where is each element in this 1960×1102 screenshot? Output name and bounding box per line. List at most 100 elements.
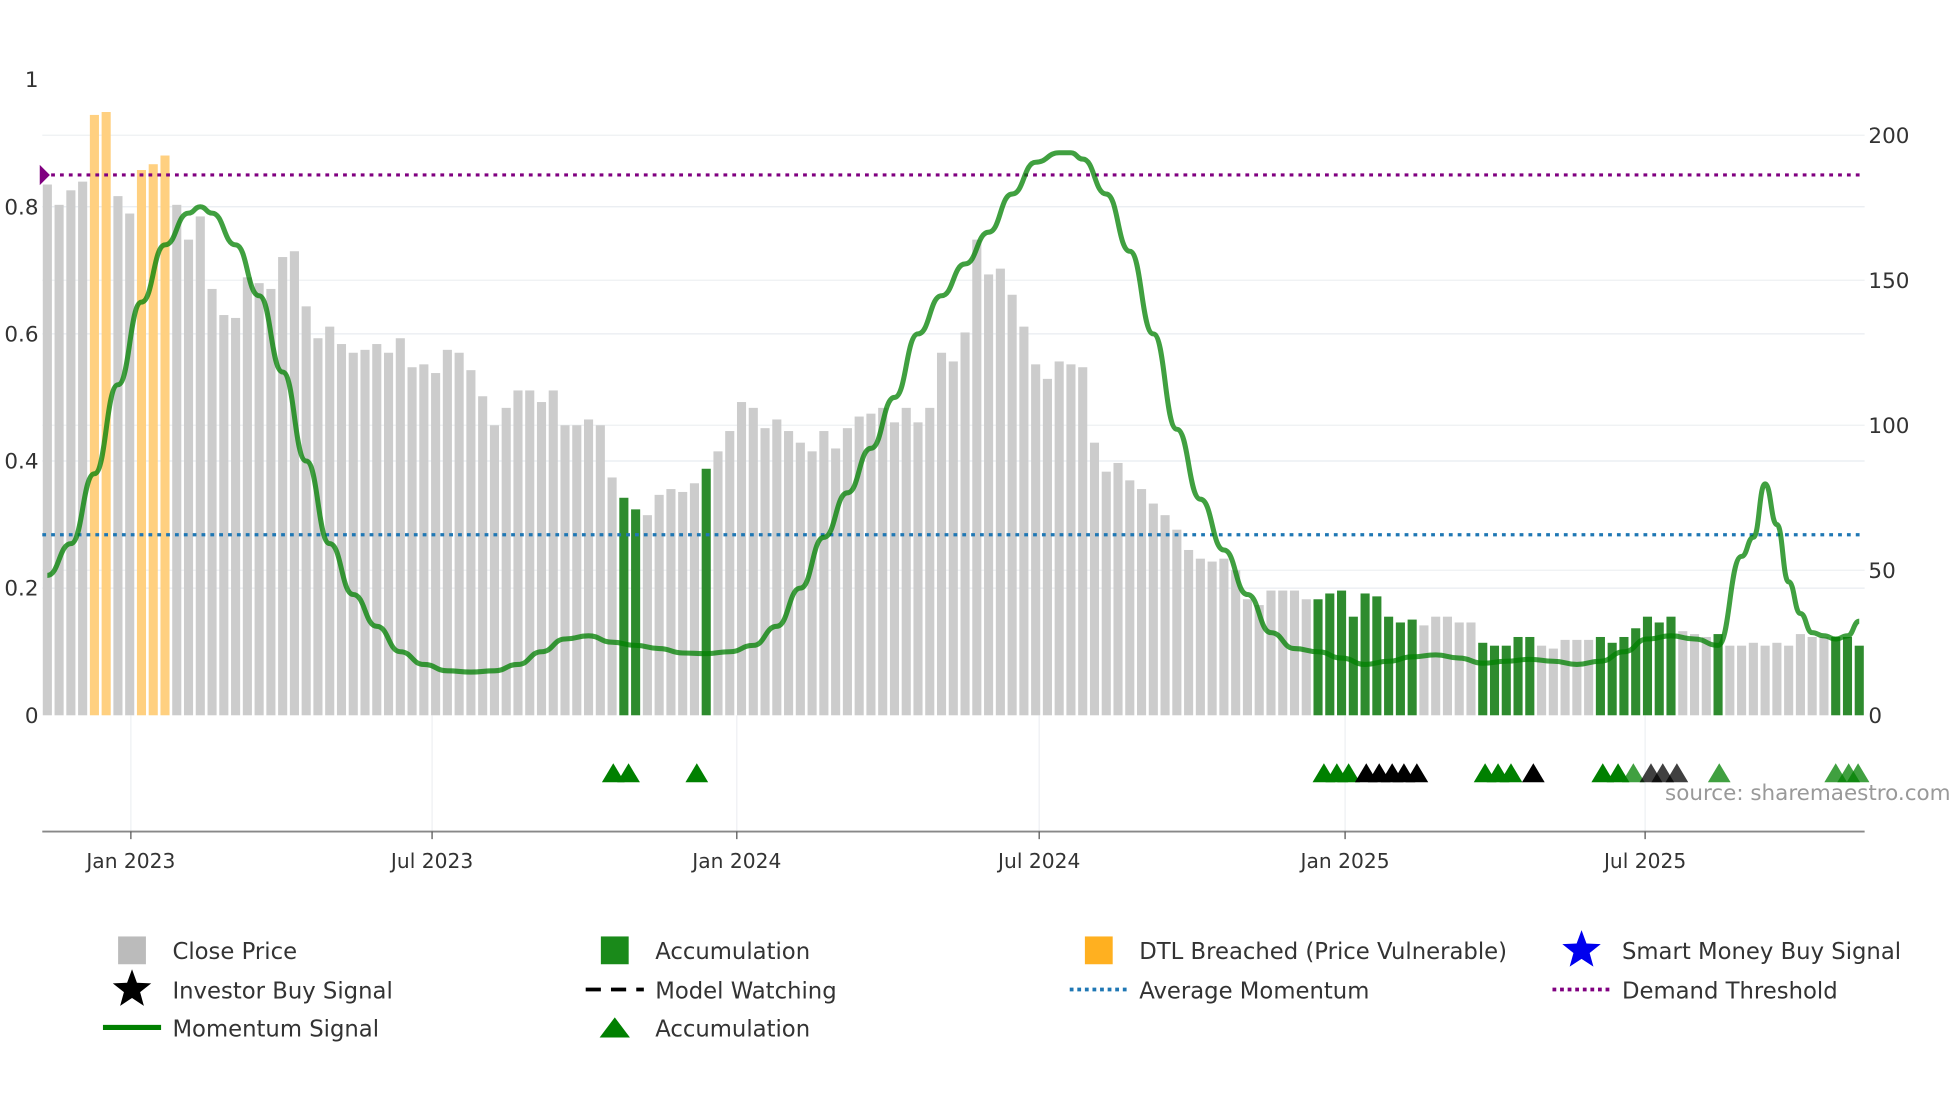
legend-item: Investor Buy Signal: [112, 969, 393, 1006]
legend-label: Average Momentum: [1139, 978, 1369, 1004]
close-price-bar: [536, 402, 547, 716]
accumulation-bar: [1501, 645, 1511, 716]
close-price-bar: [1419, 625, 1429, 716]
close-price-bar: [831, 448, 841, 716]
legend-label: Model Watching: [655, 978, 836, 1004]
right-axis-tick-label: 200: [1868, 124, 1909, 149]
close-price-bar: [1289, 590, 1300, 716]
accumulation-bar: [1384, 616, 1394, 716]
close-price-bar: [42, 184, 52, 716]
right-axis-tick-label: 150: [1868, 269, 1909, 294]
close-price-bar: [1054, 361, 1064, 716]
accumulation-bar: [701, 468, 711, 716]
close-price-bar: [725, 431, 735, 716]
left-axis-tick-label: 1: [25, 68, 39, 93]
close-price-bar: [654, 494, 664, 716]
close-price-bar: [1431, 616, 1441, 716]
close-price-bar: [1266, 590, 1276, 716]
x-tick-label: Jul 2024: [996, 849, 1080, 873]
legend-item: Model Watching: [585, 978, 837, 1004]
accumulation-bar: [1337, 590, 1347, 716]
close-price-bar: [995, 268, 1005, 716]
close-price-bar: [748, 407, 758, 716]
close-price-bar: [1078, 367, 1088, 716]
accumulation-bar: [1348, 616, 1358, 716]
close-price-bar: [1113, 462, 1123, 716]
close-price-bar: [278, 257, 288, 716]
close-price-bar: [183, 239, 194, 716]
close-price-bar: [219, 315, 229, 716]
close-price-bar: [913, 422, 923, 716]
close-price-bar: [1819, 636, 1829, 716]
source-text: source: sharemaestro.com: [1665, 781, 1951, 806]
close-price-bar: [713, 451, 723, 716]
close-price-bar: [1737, 645, 1747, 716]
close-price-bar: [442, 349, 452, 716]
close-price-bar: [478, 396, 488, 716]
close-price-bar: [1066, 364, 1076, 716]
accumulation-bar: [1513, 636, 1523, 716]
close-price-bar: [1042, 378, 1052, 716]
close-price-bar: [1748, 642, 1758, 716]
accumulation-bar: [631, 509, 641, 716]
close-price-bar: [972, 239, 982, 716]
close-price-bar: [1466, 622, 1476, 716]
legend-label: Demand Threshold: [1622, 978, 1838, 1004]
close-price-bar: [113, 196, 123, 716]
close-price-bar: [795, 442, 805, 716]
close-price-bar: [784, 431, 794, 716]
close-price-bar: [1584, 639, 1594, 716]
close-price-bar: [1701, 636, 1711, 716]
accumulation-signal-marker: [1621, 763, 1645, 783]
legend-item: Close Price: [118, 936, 297, 965]
triangle-icon: [599, 1017, 630, 1038]
close-price-bar: [1231, 570, 1241, 716]
close-price-bar: [372, 344, 382, 716]
close-price-bar: [1219, 558, 1229, 716]
close-price-swatch-icon: [118, 936, 146, 965]
close-price-bar: [948, 361, 958, 716]
close-price-bar: [901, 407, 911, 716]
legend-label: Accumulation: [655, 939, 810, 965]
star-icon: [1562, 930, 1601, 967]
accumulation-bar: [1360, 593, 1370, 716]
close-price-bar: [736, 402, 747, 716]
x-tick-label: Jan 2024: [690, 849, 781, 873]
close-price-bar: [642, 515, 652, 716]
accumulation-bar: [1525, 636, 1535, 716]
dtl-breached-bar: [148, 164, 158, 716]
close-price-bar: [1007, 294, 1017, 716]
legend-item: DTL Breached (Price Vulnerable): [1084, 936, 1507, 965]
x-tick-label: Jul 2025: [1602, 849, 1686, 873]
left-axis-tick-label: 0: [25, 704, 39, 729]
close-price-bar: [54, 204, 64, 716]
close-price-bar: [666, 489, 676, 716]
accumulation-bar: [1854, 645, 1864, 716]
x-tick-label: Jul 2023: [389, 849, 473, 873]
close-price-bar: [1807, 636, 1817, 716]
close-price-bar: [572, 425, 582, 716]
accumulation-bar: [1666, 616, 1676, 716]
accumulation-bar: [1395, 622, 1405, 716]
close-price-bar: [1442, 616, 1453, 716]
close-price-bar: [466, 370, 476, 716]
accumulation-bar: [619, 497, 629, 716]
demand-threshold-marker: [39, 164, 50, 186]
x-tick-label: Jan 2025: [1299, 849, 1390, 873]
close-price-bar: [1195, 558, 1205, 716]
close-price-bar: [1572, 639, 1582, 716]
right-axis-tick-label: 0: [1868, 704, 1882, 729]
legend-item: Smart Money Buy Signal: [1562, 930, 1901, 967]
close-price-bar: [842, 428, 852, 716]
x-tick-label: Jan 2023: [84, 849, 175, 873]
left-axis-tick-label: 0.8: [4, 195, 38, 220]
close-price-bar: [1242, 599, 1252, 716]
legend-label: DTL Breached (Price Vulnerable): [1139, 939, 1507, 965]
dtl-breached-bar: [89, 114, 99, 716]
close-price-bar: [1136, 489, 1147, 716]
accumulation-bar: [1831, 636, 1841, 716]
accumulation-signal-marker: [617, 763, 640, 783]
investor-signal-marker: [1521, 763, 1545, 783]
legend-label: Investor Buy Signal: [172, 978, 392, 1004]
close-price-bar: [1101, 471, 1111, 716]
